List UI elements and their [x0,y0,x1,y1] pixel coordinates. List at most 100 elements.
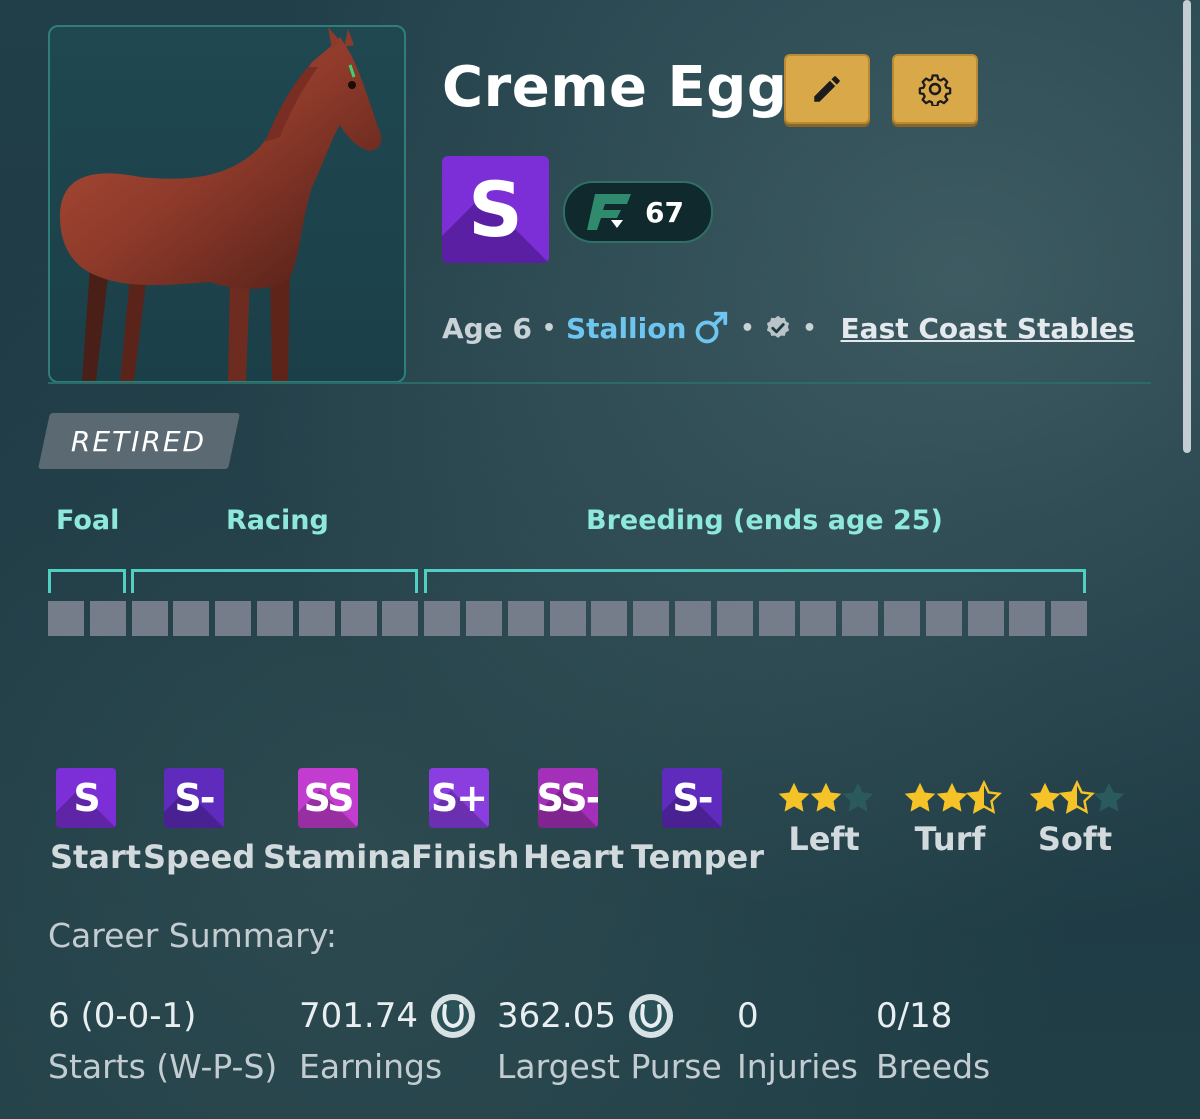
pref-turf: Turf [894,780,1006,858]
stat-label: Start [50,838,142,876]
pref-label: Soft [1037,820,1113,858]
bracket-foal [48,569,126,593]
horse-portrait [60,27,382,381]
lifecycle-cell [591,601,627,636]
overall-grade-badge: S [442,156,549,263]
star-rating [768,780,880,816]
stat-temper[interactable]: S- Temper [631,768,765,876]
largest-purse-label: Largest Purse [497,1047,722,1086]
status-text: RETIRED [71,424,207,458]
phase-label-racing: Racing [226,505,329,536]
lifecycle-cell [215,601,251,636]
breeds-label: Breeds [876,1047,991,1086]
phase-label-foal: Foal [56,505,120,536]
lifecycle-cell [842,601,878,636]
rating-pill[interactable]: 67 [563,181,713,243]
retired-badge: RETIRED [38,413,240,469]
pencil-icon [814,76,840,102]
summary-injuries: 0 Injuries [737,993,858,1086]
starts-value: 6 (0-0-1) [48,996,197,1036]
grade-badge: SS- [538,768,598,828]
lifecycle-cell [466,601,502,636]
grade-badge: SS [298,768,358,828]
lifecycle-cell [90,601,126,636]
summary-largest-purse: 362.05 Largest Purse [497,993,722,1086]
star-full-icon [778,782,810,812]
header-divider [48,382,1151,384]
stat-finish[interactable]: S+ Finish [411,768,520,876]
bracket-racing [131,569,418,593]
overall-grade: S [468,165,523,254]
lifecycle-cell [341,601,377,636]
earnings-value: 701.74 [299,996,418,1036]
stat-stamina[interactable]: SS Stamina [263,768,412,876]
phase-label-breeding: Breeding (ends age 25) [586,505,943,536]
star-empty-icon [1093,782,1125,812]
pref-label: Left [788,820,860,858]
summary-breeds: 0/18 Breeds [876,993,990,1086]
lifecycle-cell [48,601,84,636]
lifecycle-cell [1009,601,1045,636]
career-summary-title: Career Summary: [48,916,337,955]
stat-label: Speed [143,838,256,876]
stat-label: Temper [631,838,765,876]
injuries-value: 0 [737,996,759,1036]
rating-value: 67 [645,195,684,229]
summary-starts: 6 (0-0-1) Starts (W-P-S) [48,993,277,1086]
pref-label: Turf [914,820,986,858]
stat-start[interactable]: S Start [50,768,142,876]
lifecycle-cell [173,601,209,636]
pref-left: Left [768,780,880,858]
verified-badge-icon [767,315,790,338]
lifecycle-cell [299,601,335,636]
horse-info-line: Age 6 • Stallion • • East Coast Stables [442,306,1135,350]
owner-link[interactable]: East Coast Stables [841,312,1135,345]
stat-heart[interactable]: SS- Heart [523,768,625,876]
settings-button[interactable] [892,54,978,124]
lifecycle-cell [800,601,836,636]
stat-speed[interactable]: S- Speed [143,768,256,876]
male-icon [696,311,728,344]
star-rating [894,780,1006,816]
star-empty-icon [842,782,874,812]
horse-name: Creme Egg [442,55,788,120]
lifecycle-cell [1051,601,1087,636]
lifecycle-cell [633,601,669,636]
lifecycle-cell [424,601,460,636]
earnings-label: Earnings [299,1047,443,1086]
pref-soft: Soft [1019,780,1131,858]
gear-icon [918,74,952,106]
star-full-icon [1029,782,1061,812]
bracket-breeding [424,569,1086,593]
grade-badge: S- [164,768,224,828]
lifecycle-cell [717,601,753,636]
lifecycle-cell [968,601,1004,636]
lifecycle-cell [132,601,168,636]
star-full-icon [810,782,842,812]
lifecycle-cell [508,601,544,636]
breeds-value: 0/18 [876,996,953,1036]
star-full-icon [904,782,936,812]
stat-label: Finish [411,838,520,876]
horseshoe-coin-icon [628,994,673,1038]
edit-button[interactable] [784,54,870,124]
stat-label: Stamina [263,838,412,876]
lifecycle-cell [675,601,711,636]
horseshoe-coin-icon [430,994,475,1038]
star-half-icon [1059,780,1095,814]
lifecycle-cell [759,601,795,636]
lifecycle-cell [382,601,418,636]
stat-label: Heart [523,838,625,876]
largest-purse-value: 362.05 [497,996,616,1036]
lifecycle-cell [257,601,293,636]
star-full-icon [936,782,968,812]
star-half-icon [966,780,1002,814]
scrollbar[interactable] [1183,0,1191,453]
summary-earnings: 701.74 Earnings [299,993,476,1086]
grade-badge: S- [662,768,722,828]
lifecycle-cell [884,601,920,636]
injuries-label: Injuries [737,1047,858,1086]
grade-badge: S [56,768,116,828]
horse-image [48,25,406,383]
f-rating-logo-icon [587,194,631,230]
